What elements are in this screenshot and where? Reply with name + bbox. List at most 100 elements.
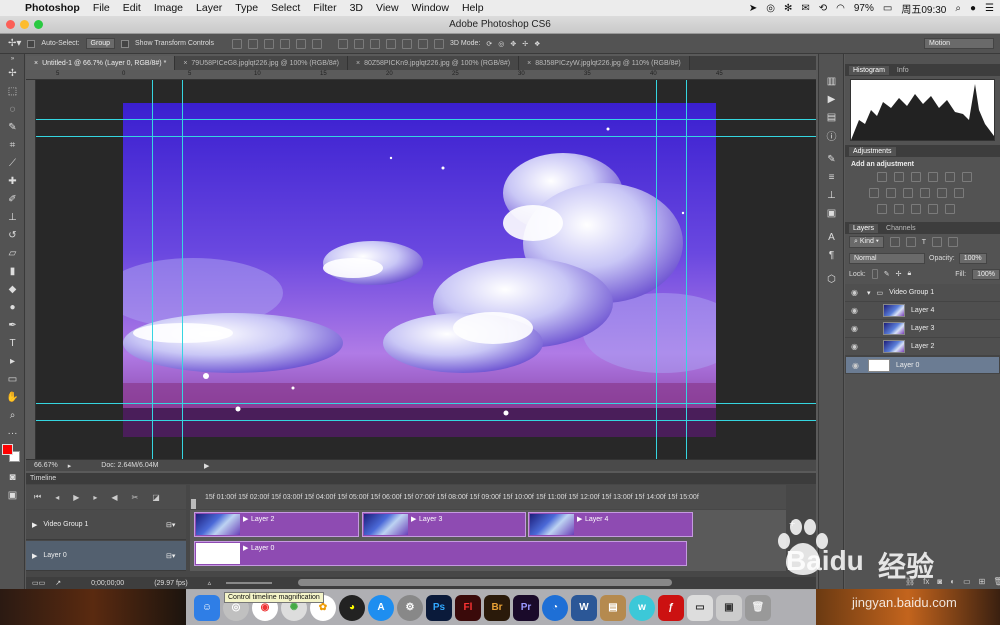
guide-horizontal[interactable] — [36, 420, 816, 421]
distribute-bottom-icon[interactable] — [370, 38, 380, 49]
color-lookup-icon[interactable] — [954, 188, 964, 198]
close-tab-icon[interactable]: × — [183, 60, 187, 67]
zoom-level[interactable]: 66.67% — [34, 462, 58, 469]
clip-expand-icon[interactable]: ▶ — [243, 544, 248, 552]
track-menu-icon[interactable]: ⊟▾ — [166, 521, 175, 529]
invert-icon[interactable] — [877, 204, 887, 214]
distribute-left-icon[interactable] — [386, 38, 396, 49]
opacity-value[interactable]: 100% — [958, 252, 987, 264]
actions-icon[interactable]: ▶ — [819, 90, 844, 108]
visibility-eye-icon[interactable]: ◉ — [852, 361, 862, 370]
status-menu-icon[interactable]: ▶ — [204, 462, 209, 470]
guide-vertical[interactable] — [182, 80, 183, 459]
visibility-eye-icon[interactable]: ◉ — [851, 342, 861, 351]
pen-tool-icon[interactable]: ✒ — [0, 316, 25, 334]
move-tool-icon[interactable]: ✢ — [0, 64, 25, 82]
posterize-icon[interactable] — [894, 204, 904, 214]
siri-icon[interactable]: ● — [970, 3, 976, 14]
playhead[interactable] — [191, 499, 196, 509]
layer-row-video-group-1[interactable]: ◉ ▾ ▭ Video Group 1 — [845, 284, 1000, 302]
flash-icon[interactable]: Fl — [455, 594, 481, 621]
convert-frame-icon[interactable]: ▭▭ — [32, 579, 45, 587]
quick-select-tool-icon[interactable]: ✎ — [0, 118, 25, 136]
trash-icon[interactable]: 🗑︎ — [745, 594, 771, 621]
hand-tool-icon[interactable]: ✋ — [0, 388, 25, 406]
curves-icon[interactable] — [911, 172, 921, 182]
appstore-icon[interactable]: A — [368, 594, 394, 621]
3d-roll-icon[interactable]: ◎ — [498, 40, 504, 48]
clock[interactable]: 周五09:30 — [901, 1, 946, 16]
transition-icon[interactable]: ◪ — [152, 493, 160, 502]
align-top-icon[interactable] — [232, 38, 242, 49]
distribute-top-icon[interactable] — [338, 38, 348, 49]
distribute-hcenter-icon[interactable] — [402, 38, 412, 49]
levels-icon[interactable] — [894, 172, 904, 182]
gradient-map-icon[interactable] — [962, 172, 972, 182]
lasso-tool-icon[interactable]: ◌ — [0, 100, 25, 118]
move-tool-preset-icon[interactable]: ✢▾ — [8, 38, 21, 49]
align-left-icon[interactable] — [280, 38, 290, 49]
minimize-window-icon[interactable] — [20, 20, 29, 29]
close-tab-icon[interactable]: × — [34, 60, 38, 67]
lock-transparent-icon[interactable] — [871, 269, 878, 279]
path-select-tool-icon[interactable]: ▸ — [0, 352, 25, 370]
healing-brush-tool-icon[interactable]: ✚ — [0, 172, 25, 190]
tool-presets-icon[interactable]: ▣ — [819, 204, 844, 222]
crop-tool-icon[interactable]: ⌗ — [0, 136, 25, 154]
tab-layers[interactable]: Layers — [849, 223, 879, 233]
menu-select[interactable]: Select — [271, 2, 300, 14]
ruler-vertical[interactable] — [26, 80, 36, 459]
photo-filter-icon[interactable] — [920, 188, 930, 198]
3d-drag-icon[interactable]: ✥ — [510, 40, 516, 48]
menu-image[interactable]: Image — [154, 2, 183, 14]
track-layer-0[interactable]: ▶ Layer 0 ⊟▾ — [26, 541, 186, 571]
zoom-window-icon[interactable] — [34, 20, 43, 29]
tab-88j58[interactable]: × 88J58PICzyW.jpglqt226.jpg @ 110% (RGB/8… — [519, 56, 690, 70]
layer-row-layer-4[interactable]: ◉ Layer 4 — [845, 302, 1000, 320]
foreground-color-swatch[interactable] — [2, 444, 13, 455]
clip-expand-icon[interactable]: ▶ — [577, 515, 582, 523]
marquee-tool-icon[interactable]: ⬚ — [0, 82, 25, 100]
layer-kind-dropdown[interactable]: ⌕ Kind ▾ — [849, 236, 884, 248]
layer-row-layer-3[interactable]: ◉ Layer 3 — [845, 320, 1000, 338]
character-icon[interactable]: A — [819, 228, 844, 246]
auto-select-dropdown[interactable]: Group — [85, 38, 116, 49]
align-bottom-icon[interactable] — [264, 38, 274, 49]
flash-player-icon[interactable]: ƒ — [658, 594, 684, 621]
preview-icon[interactable]: ▭ — [687, 594, 713, 621]
brush-panel-icon[interactable]: ≡ — [819, 168, 844, 186]
workspace-dropdown[interactable]: Motion — [924, 38, 994, 49]
expand-track-icon[interactable]: ▶ — [32, 521, 37, 529]
screenshot-icon[interactable]: ▣ — [716, 594, 742, 621]
brightness-icon[interactable] — [877, 172, 887, 182]
timemachine-icon[interactable]: ⟲ — [819, 3, 827, 14]
location-icon[interactable]: ➤ — [749, 3, 757, 14]
delete-layer-icon[interactable]: 🗑︎ — [993, 577, 1000, 586]
notification-center-icon[interactable]: ☰ — [985, 3, 994, 14]
timeline-scrollbar[interactable] — [298, 579, 672, 586]
ruler-horizontal[interactable]: 5 0 5 10 15 20 25 30 35 40 45 — [26, 70, 816, 80]
premiere-icon[interactable]: Pr — [513, 594, 539, 621]
tab-histogram[interactable]: Histogram — [849, 65, 889, 75]
menu-3d[interactable]: 3D — [350, 2, 363, 14]
blend-mode-dropdown[interactable]: Normal — [849, 252, 925, 264]
play-icon[interactable]: ▶ — [73, 493, 79, 502]
menu-app-name[interactable]: Photoshop — [25, 2, 80, 14]
tab-80z58[interactable]: × 80Z58PICKn9.jpglqt226.jpg @ 100% (RGB/8… — [347, 56, 520, 70]
split-icon[interactable]: ✂ — [132, 493, 139, 502]
menu-edit[interactable]: Edit — [123, 2, 141, 14]
visibility-eye-icon[interactable]: ◉ — [851, 288, 861, 297]
brush-tool-icon[interactable]: ✐ — [0, 190, 25, 208]
menu-filter[interactable]: Filter — [313, 2, 336, 14]
3d-scale-icon[interactable]: ❖ — [534, 40, 540, 48]
render-icon[interactable]: ↗ — [55, 579, 61, 587]
track-video-group-1[interactable]: ▶ Video Group 1 ⊟▾ — [26, 510, 186, 540]
align-hcenter-icon[interactable] — [296, 38, 306, 49]
clip-layer-2[interactable]: ▶ Layer 2 — [194, 512, 359, 537]
track-menu-icon[interactable]: ⊟▾ — [166, 552, 175, 560]
menu-view[interactable]: View — [376, 2, 399, 14]
guide-horizontal[interactable] — [36, 119, 816, 120]
gradient-fill-icon[interactable] — [945, 204, 955, 214]
expand-group-icon[interactable]: ▾ — [867, 289, 871, 297]
filter-shape-icon[interactable] — [932, 237, 943, 247]
